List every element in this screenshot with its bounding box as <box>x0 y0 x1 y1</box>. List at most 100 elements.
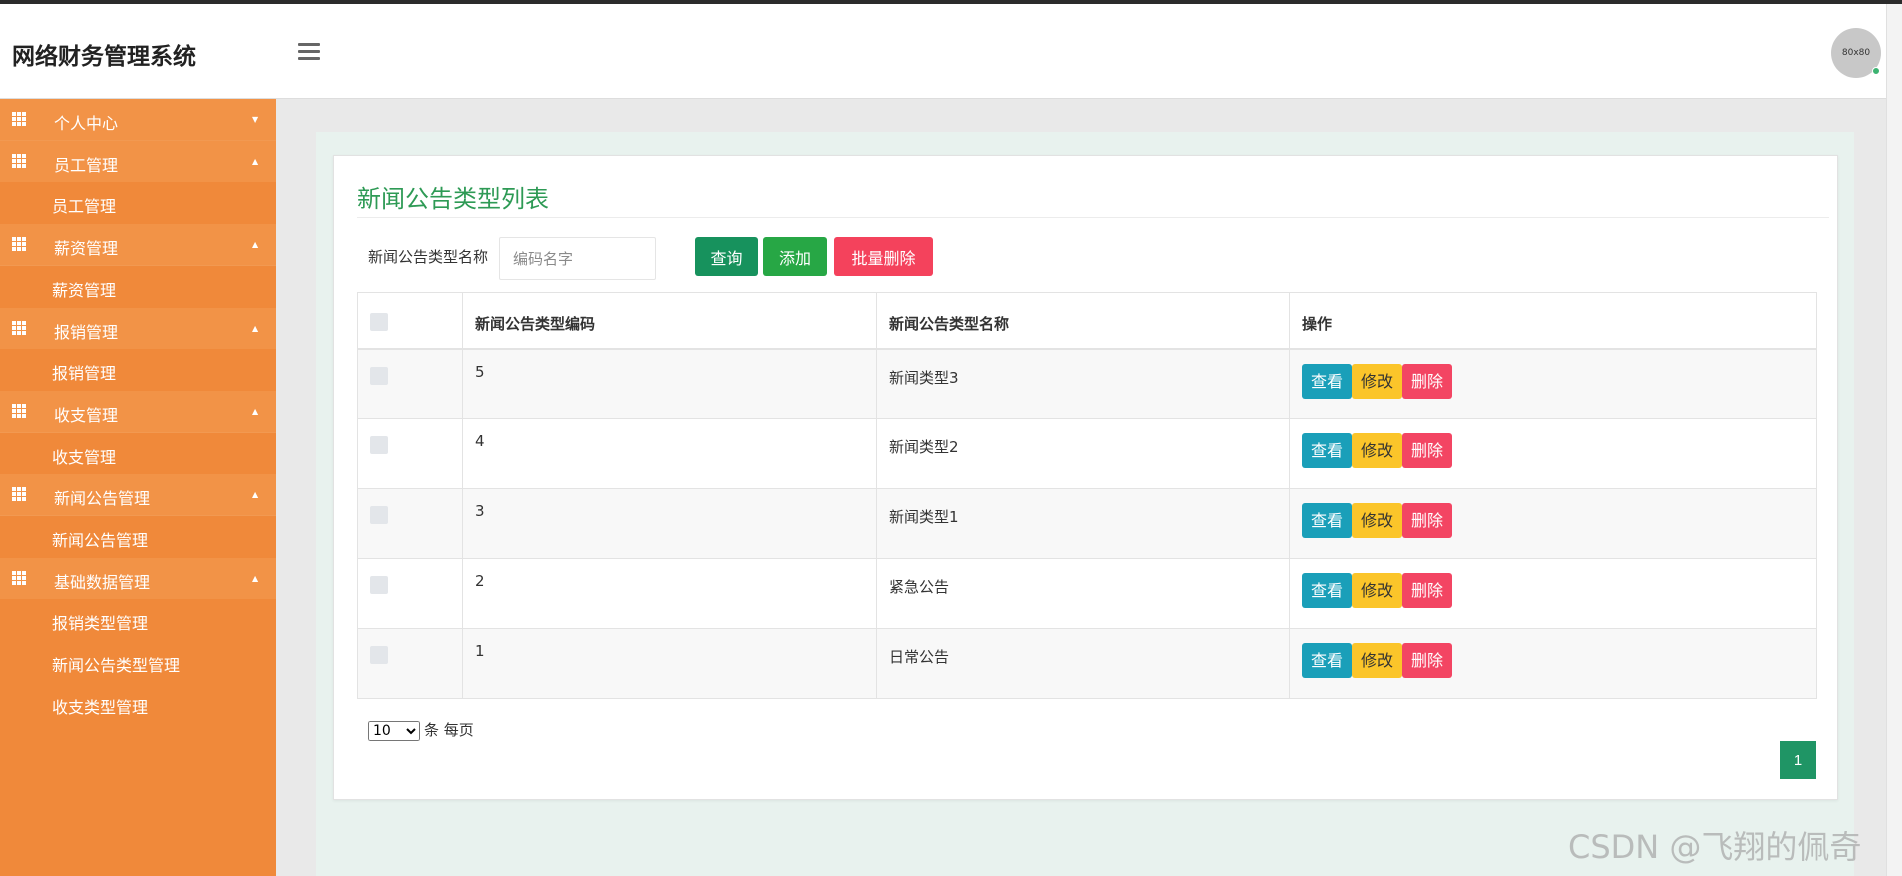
online-status-dot <box>1872 67 1880 75</box>
sidebar: 主页 个人中心▼员工管理▲员工管理薪资管理▲薪资管理报销管理▲报销管理收支管理▲… <box>0 99 276 876</box>
sidebar-item-label: 基础数据管理 <box>54 573 151 592</box>
table-row: 4 新闻类型2 查看 修改 删除 <box>357 418 1817 489</box>
select-all-checkbox[interactable] <box>370 313 388 331</box>
page-size-suffix: 条 每页 <box>424 721 474 739</box>
table-row: 1 日常公告 查看 修改 删除 <box>357 628 1817 699</box>
sidebar-item[interactable]: 新闻公告类型管理 <box>0 641 276 683</box>
grid-icon <box>12 321 26 335</box>
edit-button[interactable]: 修改 <box>1352 503 1403 538</box>
row-code: 5 <box>462 348 877 419</box>
row-checkbox[interactable] <box>370 576 388 594</box>
row-actions: 查看 修改 删除 <box>1289 348 1817 419</box>
title-divider <box>357 217 1829 218</box>
bulk-delete-button[interactable]: 批量删除 <box>834 237 933 276</box>
avatar-placeholder-text: 80x80 <box>1841 48 1871 58</box>
caret-icon: ▲ <box>252 407 259 416</box>
sidebar-item-label: 薪资管理 <box>52 281 117 300</box>
watermark: CSDN @飞翔的佩奇 <box>1568 828 1862 866</box>
grid-icon <box>12 487 26 501</box>
sidebar-item-label: 员工管理 <box>52 197 117 216</box>
sidebar-item[interactable]: 收支类型管理 <box>0 683 276 725</box>
sidebar-item[interactable]: 收支管理 <box>0 433 276 475</box>
grid-icon <box>12 154 26 168</box>
row-name: 新闻类型1 <box>876 488 1290 559</box>
caret-icon: ▼ <box>252 115 259 124</box>
sidebar-item-label: 员工管理 <box>54 156 119 175</box>
search-button[interactable]: 查询 <box>695 237 758 276</box>
row-select-cell <box>357 488 463 559</box>
row-select-cell <box>357 418 463 489</box>
sidebar-item-label: 新闻公告类型管理 <box>52 656 181 675</box>
page-size-control: 10条 每页 <box>368 719 474 741</box>
sidebar-item[interactable]: 薪资管理 <box>0 266 276 308</box>
edit-button[interactable]: 修改 <box>1352 573 1403 608</box>
sidebar-item-label: 新闻公告管理 <box>54 489 151 508</box>
sidebar-item[interactable]: 报销管理 <box>0 349 276 391</box>
view-button[interactable]: 查看 <box>1302 363 1353 399</box>
sidebar-item[interactable]: 新闻公告管理 ▲ <box>0 474 276 516</box>
pagination-page-1[interactable]: 1 <box>1780 741 1816 779</box>
sidebar-item-label: 收支管理 <box>52 448 117 467</box>
row-checkbox[interactable] <box>370 366 388 385</box>
header-select-all <box>357 292 463 350</box>
row-name: 日常公告 <box>876 628 1290 699</box>
caret-icon: ▲ <box>252 574 259 583</box>
page-scrollbar[interactable] <box>1886 4 1902 876</box>
row-checkbox[interactable] <box>370 646 388 664</box>
table-row: 3 新闻类型1 查看 修改 删除 <box>357 488 1817 559</box>
sidebar-item[interactable]: 员工管理 ▲ <box>0 141 276 183</box>
sidebar-item-label: 报销类型管理 <box>52 614 149 633</box>
sidebar-item[interactable]: 收支管理 ▲ <box>0 391 276 433</box>
row-select-cell <box>357 628 463 699</box>
sidebar-item[interactable]: 薪资管理 ▲ <box>0 224 276 266</box>
sidebar-item[interactable]: 基础数据管理 ▲ <box>0 558 276 600</box>
row-name: 新闻类型2 <box>876 418 1290 489</box>
header-name: 新闻公告类型名称 <box>876 292 1290 350</box>
delete-button[interactable]: 删除 <box>1402 573 1453 608</box>
menu-toggle-icon[interactable] <box>298 43 320 61</box>
row-code: 4 <box>462 418 877 489</box>
table-row: 5 新闻类型3 查看 修改 删除 <box>357 348 1817 419</box>
view-button[interactable]: 查看 <box>1302 573 1353 608</box>
sidebar-item-label: 薪资管理 <box>54 239 119 258</box>
header-code: 新闻公告类型编码 <box>462 292 877 350</box>
edit-button[interactable]: 修改 <box>1352 433 1403 468</box>
row-checkbox[interactable] <box>370 506 388 524</box>
header-actions: 操作 <box>1289 292 1817 350</box>
edit-button[interactable]: 修改 <box>1352 363 1403 399</box>
grid-icon <box>12 404 26 418</box>
view-button[interactable]: 查看 <box>1302 643 1353 678</box>
sidebar-item[interactable]: 员工管理 <box>0 182 276 224</box>
grid-icon <box>12 237 26 251</box>
user-avatar[interactable]: 80x80 <box>1831 28 1881 78</box>
sidebar-item[interactable]: 报销类型管理 <box>0 599 276 641</box>
sidebar-item[interactable]: 个人中心 ▼ <box>0 99 276 141</box>
caret-icon: ▲ <box>252 240 259 249</box>
search-input[interactable] <box>499 237 656 280</box>
add-button[interactable]: 添加 <box>763 237 827 276</box>
edit-button[interactable]: 修改 <box>1352 643 1403 678</box>
caret-icon: ▲ <box>252 157 259 166</box>
delete-button[interactable]: 删除 <box>1402 503 1453 538</box>
sidebar-item[interactable]: 新闻公告管理 <box>0 516 276 558</box>
row-checkbox[interactable] <box>370 436 388 454</box>
row-actions: 查看 修改 删除 <box>1289 418 1817 489</box>
row-name: 新闻类型3 <box>876 348 1290 419</box>
delete-button[interactable]: 删除 <box>1402 433 1453 468</box>
row-code: 3 <box>462 488 877 559</box>
app-brand: 网络财务管理系统 <box>12 44 196 70</box>
top-header: 网络财务管理系统 80x80 <box>0 4 1886 99</box>
table-body: 5 新闻类型3 查看 修改 删除 4 新闻类型2 查看 修改 删除 3 新闻类型1 查看 修改 删除 2 紧急公… <box>357 348 1817 699</box>
row-code: 2 <box>462 558 877 629</box>
data-table: 新闻公告类型编码 新闻公告类型名称 操作 5 新闻类型3 查看 修改 删除 4 新闻类型2 查… <box>357 292 1817 699</box>
sidebar-item-label: 个人中心 <box>54 114 119 133</box>
view-button[interactable]: 查看 <box>1302 433 1353 468</box>
page-size-select[interactable]: 10 <box>368 721 420 741</box>
delete-button[interactable]: 删除 <box>1402 643 1453 678</box>
sidebar-item[interactable]: 报销管理 ▲ <box>0 308 276 350</box>
delete-button[interactable]: 删除 <box>1402 363 1453 399</box>
view-button[interactable]: 查看 <box>1302 503 1353 538</box>
grid-icon <box>12 571 26 585</box>
row-actions: 查看 修改 删除 <box>1289 628 1817 699</box>
list-card: 新闻公告类型列表 新闻公告类型名称 查询 添加 批量删除 新闻公告类型编码 新闻… <box>333 155 1838 800</box>
